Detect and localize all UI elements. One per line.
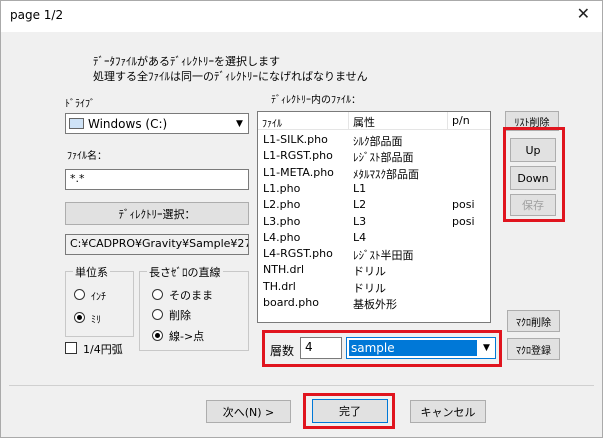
file-list-label: ﾃﾞｨﾚｸﾄﾘｰ内のﾌｧｲﾙ： <box>271 95 361 106</box>
directory-select-button[interactable]: ﾃﾞｨﾚｸﾄﾘｰ選択： <box>65 202 249 225</box>
unit-inch-radio[interactable] <box>74 289 85 300</box>
directory-path-field[interactable]: C:¥CADPRO¥Gravity¥Sample¥274X <box>65 234 249 255</box>
list-item[interactable]: L1-RGST.pho ﾚｼﾞｽﾄ部品面 <box>258 149 490 165</box>
macro-delete-button[interactable]: ﾏｸﾛ削除 <box>507 310 560 332</box>
list-item[interactable]: L4.pho L4 <box>258 230 490 247</box>
attribute-cell: L3 <box>353 214 367 228</box>
attribute-cell: ﾚｼﾞｽﾄ半田面 <box>353 249 414 263</box>
zero-keep-radio[interactable] <box>152 289 163 300</box>
file-name-cell: L1.pho <box>263 181 301 195</box>
file-name-cell: L1-SILK.pho <box>263 133 328 146</box>
filename-label: ﾌｧｲﾙ名： <box>67 151 107 162</box>
list-item[interactable]: L1-SILK.pho ｼﾙｸ部品面 <box>258 133 490 149</box>
file-name-cell: NTH.drl <box>263 263 305 277</box>
footer-divider <box>9 385 594 386</box>
up-button[interactable]: Up <box>510 138 556 162</box>
quarter-arc-checkbox[interactable] <box>65 342 77 354</box>
unit-mm-radio[interactable] <box>74 312 85 323</box>
title-bar: page 1/2 ✕ <box>1 1 602 32</box>
macro-selected-value: sample <box>349 340 477 356</box>
list-item[interactable]: NTH.drl ドリル <box>258 263 490 279</box>
file-name-cell: L1-RGST.pho <box>263 149 333 163</box>
list-item[interactable]: L2.pho L2 posi <box>258 198 490 214</box>
file-name-cell: L2.pho <box>263 198 301 212</box>
macro-combobox[interactable]: sample ▼ <box>346 337 496 359</box>
file-name-cell: TH.drl <box>263 279 296 293</box>
zero-line-to-point-label: 線->点 <box>169 330 205 343</box>
zero-length-group-title: 長さｾﾞﾛの直線 <box>147 264 223 280</box>
zero-delete-radio[interactable] <box>152 309 163 320</box>
cancel-button[interactable]: キャンセル <box>410 400 486 423</box>
zero-keep-label: そのまま <box>169 289 213 302</box>
chevron-down-icon[interactable]: ▼ <box>232 115 247 132</box>
drive-value: Windows (C:) <box>88 117 168 131</box>
quarter-arc-label: 1/4円弧 <box>83 343 123 356</box>
attribute-cell: L4 <box>353 230 367 244</box>
attribute-cell: L1 <box>353 181 367 195</box>
layer-count-input[interactable]: 4 <box>300 337 342 359</box>
file-name-cell: L1-META.pho <box>263 165 334 179</box>
macro-register-button[interactable]: ﾏｸﾛ登録 <box>507 338 560 360</box>
pn-cell: posi <box>452 214 475 228</box>
file-name-cell: L3.pho <box>263 214 301 228</box>
file-name-cell: L4.pho <box>263 230 301 244</box>
unit-inch-label: ｲﾝﾁ <box>91 292 106 303</box>
attribute-cell: ｼﾙｸ部品面 <box>353 135 403 148</box>
unit-group <box>65 271 134 337</box>
attribute-cell: ドリル <box>353 265 386 279</box>
save-button[interactable]: 保存 <box>510 194 556 216</box>
filename-input[interactable]: *.* <box>65 169 249 190</box>
instruction-line-2: 処理する全ﾌｧｲﾙは同一のﾃﾞｨﾚｸﾄﾘｰになげればなりません <box>93 70 368 83</box>
layer-count-label: 層数 <box>270 344 295 358</box>
zero-line-to-point-radio[interactable] <box>152 330 163 341</box>
list-item[interactable]: L1-META.pho ﾒﾀﾙﾏｽｸ部品面 <box>258 165 490 182</box>
instruction-line-1: ﾃﾞｰﾀﾌｧｲﾙがあるﾃﾞｨﾚｸﾄﾘｰを選択します <box>93 55 280 68</box>
zero-delete-label: 削除 <box>169 309 191 322</box>
list-item[interactable]: L4-RGST.pho ﾚｼﾞｽﾄ半田面 <box>258 247 490 263</box>
down-button[interactable]: Down <box>510 166 556 190</box>
dialog-window: page 1/2 ✕ ﾃﾞｰﾀﾌｧｲﾙがあるﾃﾞｨﾚｸﾄﾘｰを選択します 処理す… <box>0 0 603 438</box>
attribute-cell: L2 <box>353 198 367 212</box>
drive-combobox[interactable]: Windows (C:) ▼ <box>65 113 249 134</box>
next-button[interactable]: 次へ(N) > <box>206 400 291 423</box>
attribute-cell: ドリル <box>353 281 386 295</box>
list-item[interactable]: L1.pho L1 <box>258 181 490 198</box>
column-header-file[interactable]: ﾌｧｲﾙ <box>258 112 349 130</box>
attribute-cell: ﾒﾀﾙﾏｽｸ部品面 <box>353 167 419 181</box>
attribute-cell: ﾚｼﾞｽﾄ部品面 <box>353 151 414 165</box>
file-name-cell: board.pho <box>263 296 319 309</box>
finish-button[interactable]: 完了 <box>312 399 388 423</box>
column-header-pn[interactable]: p/n <box>448 112 490 130</box>
drive-icon <box>69 118 84 129</box>
file-name-cell: L4-RGST.pho <box>263 247 333 261</box>
column-header-attribute[interactable]: 属性 <box>349 112 448 130</box>
attribute-cell: 基板外形 <box>353 298 397 311</box>
list-delete-button[interactable]: ﾘｽﾄ削除 <box>505 111 559 131</box>
window-title: page 1/2 <box>10 8 64 22</box>
close-icon[interactable]: ✕ <box>577 4 590 23</box>
list-item[interactable]: L3.pho L3 posi <box>258 214 490 231</box>
pn-cell: posi <box>452 198 475 212</box>
drive-label: ﾄﾞﾗｲﾌﾞ <box>65 99 95 110</box>
file-list[interactable]: ﾌｧｲﾙ 属性 p/n L1-SILK.pho ｼﾙｸ部品面 L1-RGST.pho… <box>257 111 491 323</box>
list-item[interactable]: board.pho 基板外形 <box>258 296 490 312</box>
list-item[interactable]: TH.drl ドリル <box>258 279 490 296</box>
unit-mm-label: ﾐﾘ <box>91 315 101 326</box>
chevron-down-icon[interactable]: ▼ <box>479 340 494 356</box>
unit-group-title: 単位系 <box>73 264 110 280</box>
